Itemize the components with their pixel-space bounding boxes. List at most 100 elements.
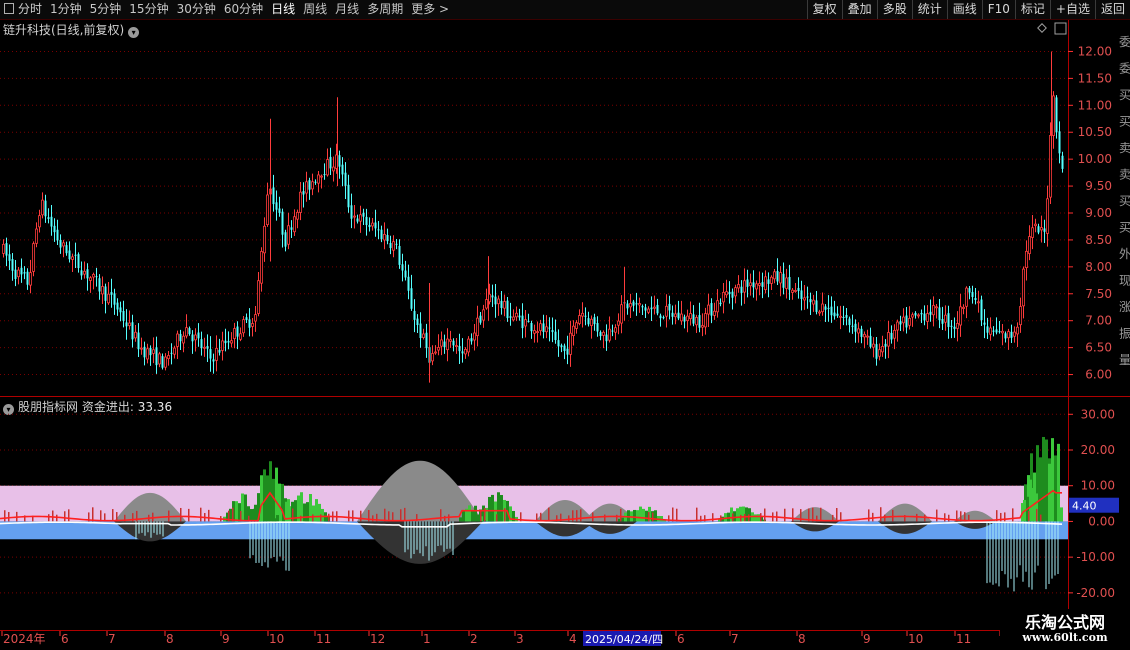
candle-body bbox=[881, 346, 884, 353]
candle-body bbox=[248, 319, 251, 328]
candle-body bbox=[473, 332, 476, 341]
red-bar bbox=[312, 514, 314, 522]
candle-body bbox=[911, 314, 914, 318]
stock-chart-canvas[interactable]: 12.0011.5011.0010.5010.009.509.008.508.0… bbox=[0, 0, 1130, 650]
x-tick-label: 9 bbox=[222, 632, 230, 646]
price-tick-label: 10.00 bbox=[1078, 152, 1112, 166]
candle-body bbox=[704, 313, 707, 328]
x-tick-label: 10 bbox=[269, 632, 284, 646]
green-bar bbox=[263, 469, 266, 522]
candle-body bbox=[38, 215, 41, 228]
red-bar bbox=[8, 512, 10, 522]
candle-body bbox=[1058, 131, 1061, 154]
candle-body bbox=[350, 205, 353, 219]
candle-body bbox=[158, 353, 161, 365]
candle-body bbox=[551, 330, 554, 333]
candle-body bbox=[215, 347, 218, 361]
candle-body bbox=[944, 314, 947, 323]
candle-body bbox=[191, 334, 194, 342]
red-bar bbox=[944, 513, 946, 522]
candle-body bbox=[695, 316, 698, 326]
watermark-url: www.60lt.com bbox=[1022, 631, 1108, 644]
candle-body bbox=[527, 320, 530, 322]
green-bar bbox=[736, 508, 739, 522]
candle-body bbox=[854, 323, 857, 332]
candle-body bbox=[956, 323, 959, 329]
green-bar bbox=[633, 509, 636, 522]
candle-body bbox=[818, 311, 821, 314]
red-bar bbox=[792, 508, 794, 522]
candle-body bbox=[131, 322, 134, 340]
candle-body bbox=[152, 349, 155, 354]
side-panel-glyph: 买 bbox=[1119, 88, 1130, 102]
candle-body bbox=[341, 164, 344, 175]
candle-body bbox=[188, 328, 191, 335]
candle-body bbox=[593, 317, 596, 325]
x-tick-label: 2024年 bbox=[3, 632, 46, 646]
candle-body bbox=[239, 333, 242, 340]
candle-body bbox=[902, 316, 905, 324]
candle-body bbox=[107, 293, 110, 304]
candle-body bbox=[29, 272, 32, 286]
indicator-tick-label: -10.00 bbox=[1076, 550, 1115, 564]
candle-body bbox=[254, 314, 257, 322]
candle-body bbox=[227, 341, 230, 343]
candle-body bbox=[884, 343, 887, 347]
candle-body bbox=[698, 315, 701, 328]
candle-body bbox=[725, 291, 728, 296]
red-bar bbox=[1012, 508, 1014, 522]
red-bar bbox=[868, 509, 870, 522]
red-bar bbox=[328, 513, 330, 522]
candle-body bbox=[845, 315, 848, 318]
candle-body bbox=[167, 355, 170, 360]
candle-body bbox=[218, 349, 221, 353]
candle-body bbox=[326, 159, 329, 176]
candle-body bbox=[104, 286, 107, 301]
price-tick-label: 8.50 bbox=[1085, 233, 1112, 247]
red-bar bbox=[180, 507, 182, 522]
candle-body bbox=[923, 313, 926, 321]
x-tick-label: 3 bbox=[516, 632, 524, 646]
candle-body bbox=[122, 311, 125, 321]
candle-body bbox=[77, 254, 80, 269]
candle-body bbox=[584, 315, 587, 317]
candle-body bbox=[788, 277, 791, 290]
green-bar bbox=[642, 508, 645, 522]
candle-body bbox=[650, 307, 653, 310]
diamond-icon[interactable] bbox=[1037, 23, 1047, 33]
candle-body bbox=[830, 306, 833, 316]
candle-body bbox=[794, 290, 797, 292]
candle-body bbox=[971, 292, 974, 297]
candle-body bbox=[434, 351, 437, 354]
green-bar bbox=[491, 494, 494, 522]
price-tick-label: 11.00 bbox=[1078, 98, 1112, 112]
x-tick-label: 1 bbox=[423, 632, 431, 646]
panel-toggle-icon[interactable] bbox=[1054, 22, 1067, 35]
red-bar bbox=[52, 510, 54, 522]
candle-body bbox=[50, 216, 53, 227]
red-bar bbox=[676, 508, 678, 522]
candle-body bbox=[929, 311, 932, 315]
green-bar bbox=[639, 506, 642, 522]
green-bar bbox=[1045, 439, 1048, 522]
candle-body bbox=[200, 339, 203, 349]
candle-body bbox=[128, 322, 131, 327]
candle-body bbox=[266, 194, 269, 226]
x-tick-label: 12 bbox=[370, 632, 385, 646]
price-tick-label: 6.50 bbox=[1085, 341, 1112, 355]
candle-body bbox=[821, 303, 824, 313]
candle-body bbox=[389, 243, 392, 249]
x-tick-label: 8 bbox=[166, 632, 174, 646]
candle-body bbox=[23, 272, 26, 274]
candle-body bbox=[668, 303, 671, 311]
candle-body bbox=[812, 299, 815, 305]
candle-body bbox=[383, 234, 386, 241]
candle-body bbox=[686, 315, 689, 321]
candle-body bbox=[272, 187, 275, 205]
candle-body bbox=[761, 282, 764, 287]
candle-body bbox=[656, 304, 659, 314]
x-tick-label: 7 bbox=[731, 632, 739, 646]
green-bar bbox=[724, 513, 727, 522]
candle-body bbox=[626, 303, 629, 309]
candle-body bbox=[905, 315, 908, 328]
